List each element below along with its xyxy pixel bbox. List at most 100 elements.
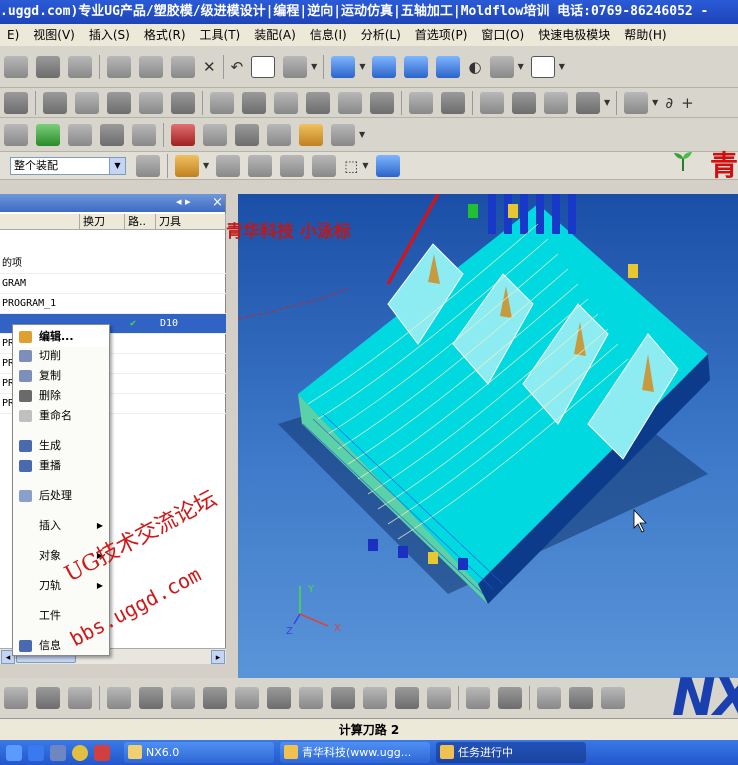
machine-view-icon[interactable] [242, 91, 266, 114]
select-solid-icon[interactable] [248, 154, 273, 177]
graphics-window[interactable]: Y X Z [238, 194, 738, 678]
wireframe-icon[interactable] [404, 55, 429, 78]
undo-icon[interactable]: ↶ [231, 56, 244, 78]
check-icon[interactable] [36, 123, 60, 146]
object-icon[interactable] [235, 123, 259, 146]
rectangle-select-icon[interactable]: ⬚ [344, 155, 358, 177]
chevron-down-icon[interactable]: ▼ [518, 62, 524, 71]
select-icon[interactable] [251, 55, 276, 78]
filter-icon[interactable] [136, 154, 160, 177]
chamfer-icon[interactable] [331, 687, 355, 709]
menu-information[interactable]: 信息(I) [303, 24, 354, 46]
contrast-icon[interactable]: ◐ [468, 56, 481, 78]
create-tool-icon[interactable] [43, 91, 67, 114]
desktop-icon[interactable] [50, 744, 66, 761]
measure-icon[interactable] [537, 687, 561, 709]
cube-select-icon[interactable] [375, 154, 400, 177]
task-nx[interactable]: NX6.0 [124, 742, 274, 763]
export-icon[interactable] [299, 123, 323, 146]
menu-item-toolpath[interactable]: 刀轨 ▶ [13, 576, 109, 596]
transform-icon[interactable] [203, 123, 227, 146]
column-path[interactable]: 路.. [125, 214, 156, 229]
menu-item-delete[interactable]: 删除 [13, 386, 109, 406]
table-row[interactable]: 的项 [0, 254, 226, 274]
menu-edit[interactable]: E) [0, 24, 26, 46]
column-tool-change[interactable]: 换刀 [80, 214, 125, 229]
close-icon[interactable]: × [212, 195, 223, 210]
blend-icon[interactable] [299, 687, 323, 709]
chevron-down-icon[interactable]: ▼ [359, 130, 365, 139]
part-icon[interactable] [132, 123, 156, 146]
iso-view-icon[interactable] [436, 55, 461, 78]
menu-window[interactable]: 窗口(O) [474, 24, 531, 46]
menu-view[interactable]: 视图(V) [26, 24, 82, 46]
method-view-icon[interactable] [306, 91, 330, 114]
select-arrow-icon[interactable] [216, 154, 241, 177]
menu-item-replay[interactable]: 重播 [13, 456, 109, 476]
app-icon[interactable] [94, 744, 110, 761]
sketch-icon[interactable] [36, 687, 60, 709]
chevron-down-icon[interactable]: ▼ [311, 62, 317, 71]
pattern-icon[interactable] [427, 687, 451, 709]
layer-icon[interactable] [489, 55, 514, 78]
pocket-icon[interactable] [203, 687, 227, 709]
table-row[interactable]: PROGRAM_1 [0, 294, 226, 314]
menu-item-generate[interactable]: 生成 [13, 436, 109, 456]
save-icon[interactable] [36, 55, 60, 78]
menu-item-copy[interactable]: 复制 [13, 366, 109, 386]
list-icon[interactable] [544, 91, 568, 114]
background-icon[interactable] [530, 55, 555, 78]
settings-icon[interactable] [576, 91, 600, 114]
menu-insert[interactable]: 插入(S) [82, 24, 137, 46]
assembly-scope-select[interactable]: 整个装配 ▼ [10, 156, 126, 175]
copy-icon[interactable] [139, 55, 163, 78]
menu-electrode-module[interactable]: 快速电极模块 [531, 24, 617, 46]
operation-navigator-icon[interactable] [171, 91, 195, 114]
cube-icon[interactable] [372, 55, 397, 78]
menu-tools[interactable]: 工具(T) [193, 24, 248, 46]
feature-icon[interactable] [624, 91, 649, 114]
postprocess-icon[interactable] [441, 91, 465, 114]
menu-item-edit[interactable]: 编辑... [13, 327, 109, 347]
chevron-down-icon[interactable]: ▼ [203, 161, 209, 170]
chevron-down-icon[interactable]: ▼ [359, 62, 365, 71]
menu-item-rename[interactable]: 重命名 [13, 406, 109, 426]
chevron-down-icon[interactable]: ▼ [652, 98, 658, 107]
subtract-icon[interactable] [498, 687, 522, 709]
print-icon[interactable] [68, 55, 92, 78]
create-geometry-icon[interactable] [75, 91, 99, 114]
select-face-icon[interactable] [312, 154, 337, 177]
ie-icon[interactable] [6, 744, 22, 761]
curve-icon[interactable] [601, 687, 625, 709]
create-operation-icon[interactable] [139, 91, 163, 114]
chevron-down-icon[interactable]: ▼ [109, 157, 125, 174]
task-progress[interactable]: 任务进行中 [436, 742, 586, 763]
delete-icon[interactable]: ✕ [203, 56, 216, 78]
menu-item-insert[interactable]: 插入 ▶ [13, 516, 109, 536]
task-browser[interactable]: 青华科技(www.ugg... [280, 742, 430, 763]
shaded-view-icon[interactable] [331, 55, 356, 78]
menu-item-cut[interactable]: 切削 [13, 346, 109, 366]
table-row[interactable]: GRAM [0, 274, 226, 294]
display-icon[interactable] [68, 123, 92, 146]
analysis-icon[interactable] [569, 687, 593, 709]
menu-format[interactable]: 格式(R) [137, 24, 193, 46]
open-icon[interactable] [4, 55, 28, 78]
create-program-icon[interactable] [4, 91, 28, 114]
shop-doc-icon[interactable] [480, 91, 504, 114]
menu-analysis[interactable]: 分析(L) [354, 24, 408, 46]
unite-icon[interactable] [466, 687, 490, 709]
operation-icon[interactable] [171, 123, 195, 146]
import-icon[interactable] [267, 123, 291, 146]
program-view-icon[interactable] [210, 91, 234, 114]
column-name[interactable] [0, 214, 80, 229]
crosshair-icon[interactable]: + [681, 92, 694, 114]
feature-icon[interactable] [4, 687, 28, 709]
revolve-icon[interactable] [107, 687, 131, 709]
navigator-scroll-icon[interactable]: ◂ ▸ [176, 195, 191, 208]
create-method-icon[interactable] [107, 91, 131, 114]
browser-icon[interactable] [28, 744, 44, 761]
paste-icon[interactable] [171, 55, 195, 78]
snap-point-icon[interactable] [175, 154, 199, 177]
link-icon[interactable]: ∂ [665, 92, 673, 114]
